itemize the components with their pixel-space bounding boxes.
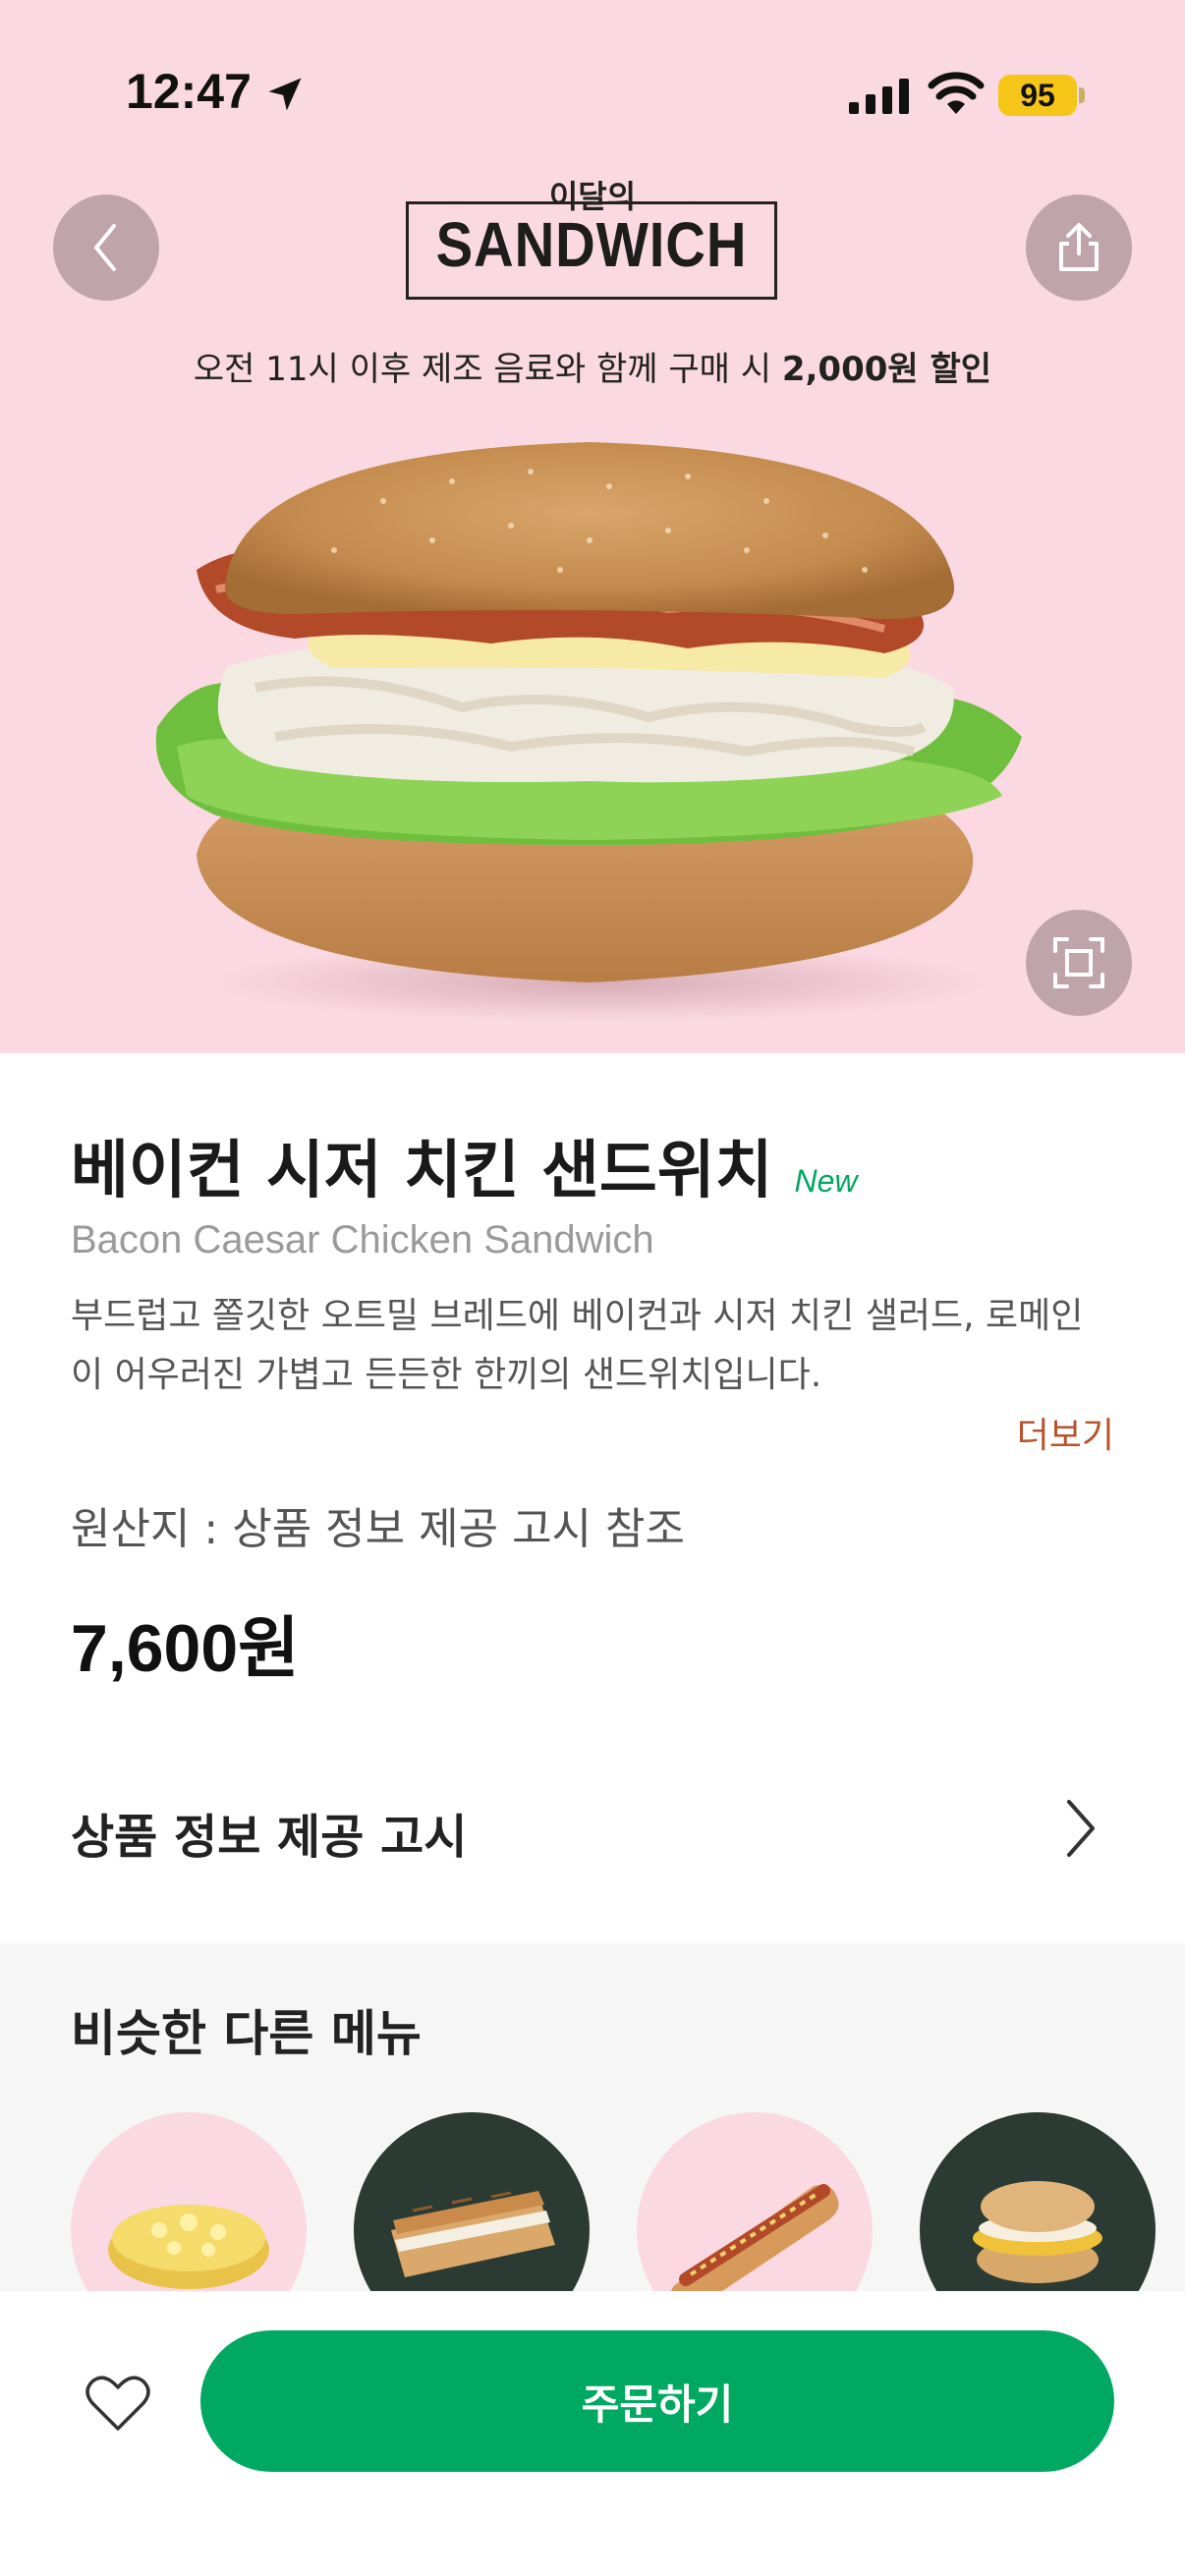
origin-info: 원산지 : 상품 정보 제공 고시 참조 [71, 1504, 685, 1554]
heart-icon[interactable] [83, 2372, 153, 2435]
hero-section: 12:47 95 이달의 SANDWICH 오전 11시 이후 제조 음료와 함… [0, 0, 1185, 1053]
expand-image-button[interactable] [1026, 910, 1132, 1016]
status-time: 12:47 [126, 64, 252, 119]
cellular-signal-icon [849, 79, 909, 114]
bottom-action-bar: 주문하기 [0, 2291, 1185, 2576]
chevron-left-icon [94, 224, 116, 271]
share-button[interactable] [1026, 195, 1132, 301]
product-name-en: Bacon Caesar Chicken Sandwich [71, 1218, 654, 1261]
more-link[interactable]: 더보기 [1017, 1407, 1114, 1458]
status-bar: 12:47 95 [0, 0, 1185, 147]
wifi-icon [928, 72, 985, 114]
product-description: 부드럽고 쫄깃한 오트밀 브레드에 베이컨과 시저 치킨 샐러드, 로메인이 어… [71, 1296, 1084, 1395]
battery-tip [1079, 87, 1085, 103]
product-notice-row[interactable]: 상품 정보 제공 고시 [0, 1759, 1185, 1896]
product-price: 7,600원 [71, 1611, 300, 1686]
sandwich-image [155, 442, 1022, 1022]
new-badge: New [794, 1163, 858, 1199]
battery-indicator: 95 [998, 75, 1077, 116]
promo-text: 오전 11시 이후 제조 음료와 함께 구매 시 2,000원 할인 [0, 342, 1185, 390]
chevron-right-icon [1067, 1800, 1095, 1857]
similar-menu-title: 비슷한 다른 메뉴 [71, 2005, 422, 2062]
share-icon [1059, 223, 1099, 271]
product-title-row: 베이컨 시저 치킨 샌드위치 New [71, 1120, 858, 1210]
location-arrow-icon [268, 78, 302, 111]
banner-title: SANDWICH [435, 209, 748, 280]
expand-icon [1053, 937, 1104, 988]
order-button[interactable]: 주문하기 [200, 2330, 1114, 2472]
product-notice-label: 상품 정보 제공 고시 [71, 1810, 468, 1865]
promo-discount: 2,000원 할인 [781, 350, 992, 389]
product-name: 베이컨 시저 치킨 샌드위치 [71, 1135, 773, 1207]
promo-prefix: 오전 11시 이후 제조 음료와 함께 구매 시 [193, 350, 782, 389]
